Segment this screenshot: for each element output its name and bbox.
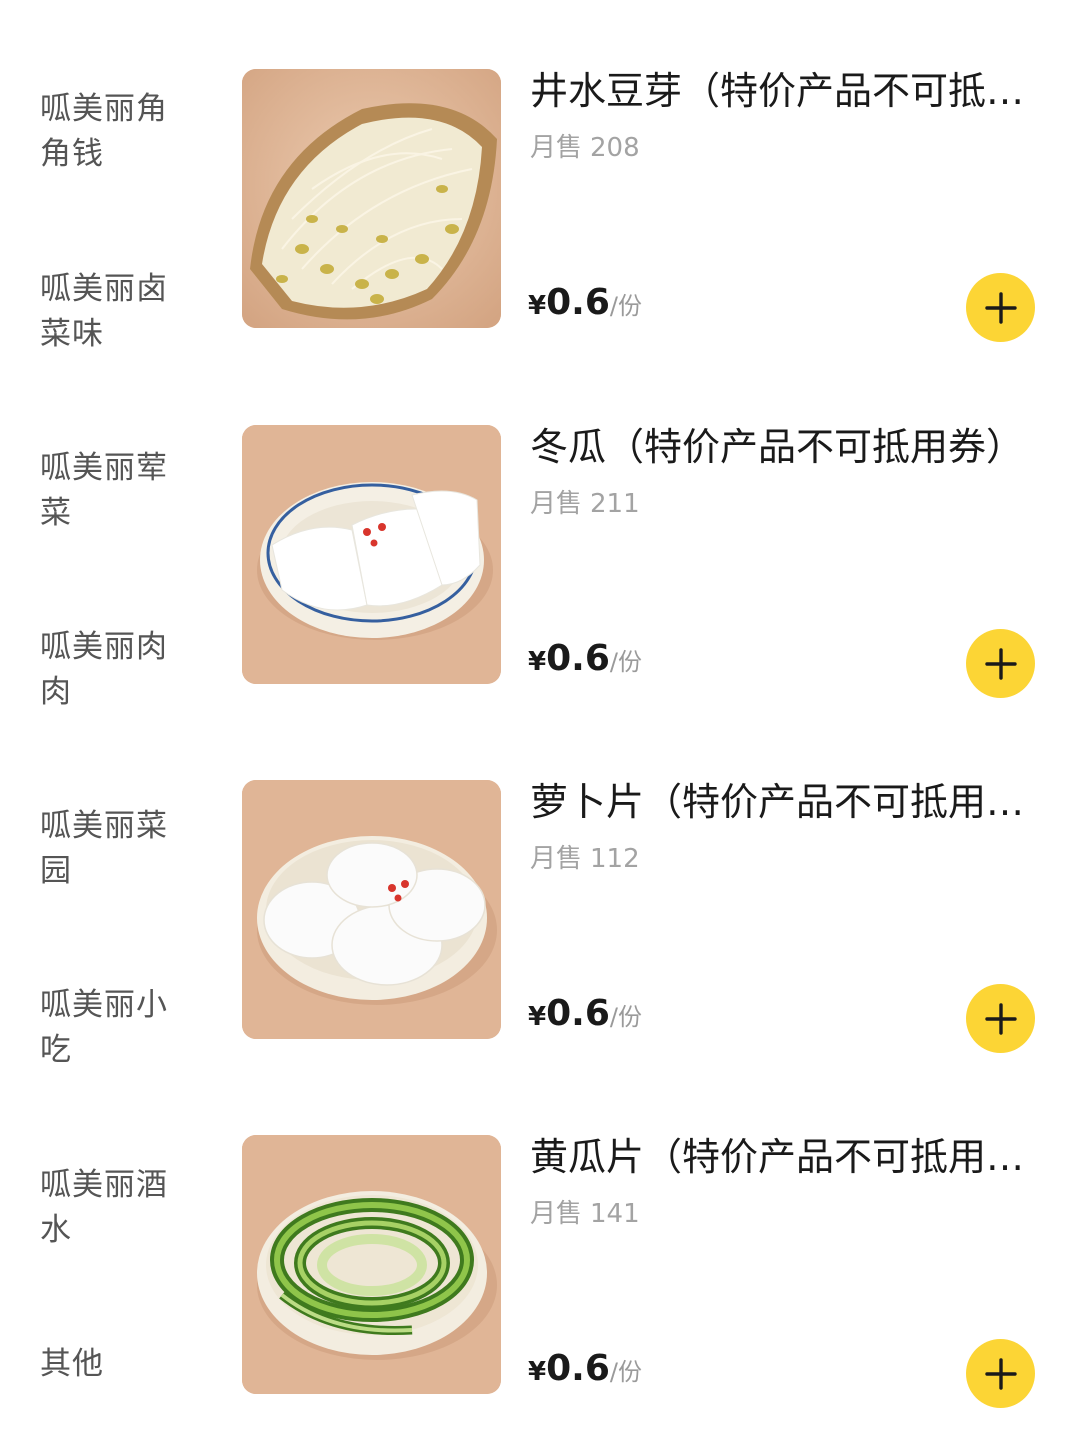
monthly-sales: 月售 141 (530, 1193, 640, 1230)
add-to-cart-button[interactable] (966, 1339, 1035, 1408)
add-to-cart-button[interactable] (966, 984, 1035, 1053)
product-name: 冬瓜（特价产品不可抵用券） (530, 425, 1025, 469)
product-price: ¥0.6/份 (528, 993, 642, 1034)
monthly-sales: 月售 211 (530, 483, 640, 520)
product-name: 黄瓜片（特价产品不可抵用券） (530, 1135, 1040, 1179)
radish-slices-image[interactable] (242, 780, 501, 1039)
price-unit: /份 (609, 292, 642, 320)
product-price: ¥0.6/份 (528, 1348, 642, 1389)
plus-icon (984, 1357, 1017, 1390)
product-item[interactable]: 黄瓜片（特价产品不可抵用券） 月售 141 ¥0.6/份 (215, 1135, 1080, 1435)
product-name: 井水豆芽（特价产品不可抵用券） (530, 69, 1040, 113)
sidebar-item-huncai[interactable]: 呱美丽荤菜 (40, 446, 190, 536)
price-value: 0.6 (546, 638, 610, 679)
product-price: ¥0.6/份 (528, 638, 642, 679)
product-item[interactable]: 井水豆芽（特价产品不可抵用券） 月售208 ¥0.6/份 (215, 69, 1080, 369)
price-unit: /份 (609, 648, 642, 676)
price-unit: /份 (609, 1003, 642, 1031)
sidebar-item-jiushui[interactable]: 呱美丽酒水 (40, 1163, 190, 1253)
plus-icon (984, 647, 1017, 680)
monthly-sales-label: 月售 (530, 489, 583, 519)
add-to-cart-button[interactable] (966, 629, 1035, 698)
sidebar-item-caiyuan[interactable]: 呱美丽菜园 (40, 804, 190, 894)
currency-symbol: ¥ (528, 291, 547, 321)
currency-symbol: ¥ (528, 1002, 547, 1032)
bean-sprouts-image[interactable] (242, 69, 501, 328)
app: 呱美丽角角钱 呱美丽卤菜味 呱美丽荤菜 呱美丽肉肉 呱美丽菜园 呱美丽小吃 呱美… (0, 0, 1080, 1441)
sidebar-item-lucaiwei[interactable]: 呱美丽卤菜味 (40, 267, 190, 357)
price-value: 0.6 (546, 993, 610, 1034)
plus-icon (984, 1002, 1017, 1035)
sidebar-item-xiaochi[interactable]: 呱美丽小吃 (40, 983, 190, 1073)
monthly-sales-label: 月售 (530, 1199, 583, 1229)
sidebar-item-jiaojiaoqian[interactable]: 呱美丽角角钱 (40, 87, 190, 177)
price-value: 0.6 (546, 1348, 610, 1389)
plus-icon (984, 291, 1017, 324)
winter-melon-image[interactable] (242, 425, 501, 684)
price-unit: /份 (609, 1358, 642, 1386)
monthly-sales: 月售 208 (530, 127, 640, 164)
monthly-sales-count: 211 (590, 489, 640, 519)
monthly-sales-count: 208 (590, 133, 640, 163)
monthly-sales-label: 月售 (530, 844, 583, 874)
sidebar-item-qita[interactable]: 其他 (40, 1342, 190, 1387)
monthly-sales-count: 141 (590, 1199, 640, 1229)
category-sidebar: 呱美丽角角钱 呱美丽卤菜味 呱美丽荤菜 呱美丽肉肉 呱美丽菜园 呱美丽小吃 呱美… (0, 0, 215, 1441)
add-to-cart-button[interactable] (966, 273, 1035, 342)
monthly-sales-label: 月售 (530, 133, 583, 163)
product-name: 萝卜片（特价产品不可抵用券） (530, 780, 1040, 824)
product-list: 井水豆芽（特价产品不可抵用券） 月售208 ¥0.6/份 (215, 0, 1080, 1441)
product-item[interactable]: 萝卜片（特价产品不可抵用券） 月售 112 ¥0.6/份 (215, 780, 1080, 1080)
product-price: ¥0.6/份 (528, 282, 642, 323)
monthly-sales: 月售 112 (530, 838, 640, 875)
currency-symbol: ¥ (528, 647, 547, 677)
currency-symbol: ¥ (528, 1357, 547, 1387)
product-item[interactable]: 冬瓜（特价产品不可抵用券） 月售 211 ¥0.6/份 (215, 425, 1080, 725)
monthly-sales-count: 112 (590, 844, 640, 874)
sidebar-item-rourou[interactable]: 呱美丽肉肉 (40, 625, 190, 715)
price-value: 0.6 (546, 282, 610, 323)
cucumber-slices-image[interactable] (242, 1135, 501, 1394)
